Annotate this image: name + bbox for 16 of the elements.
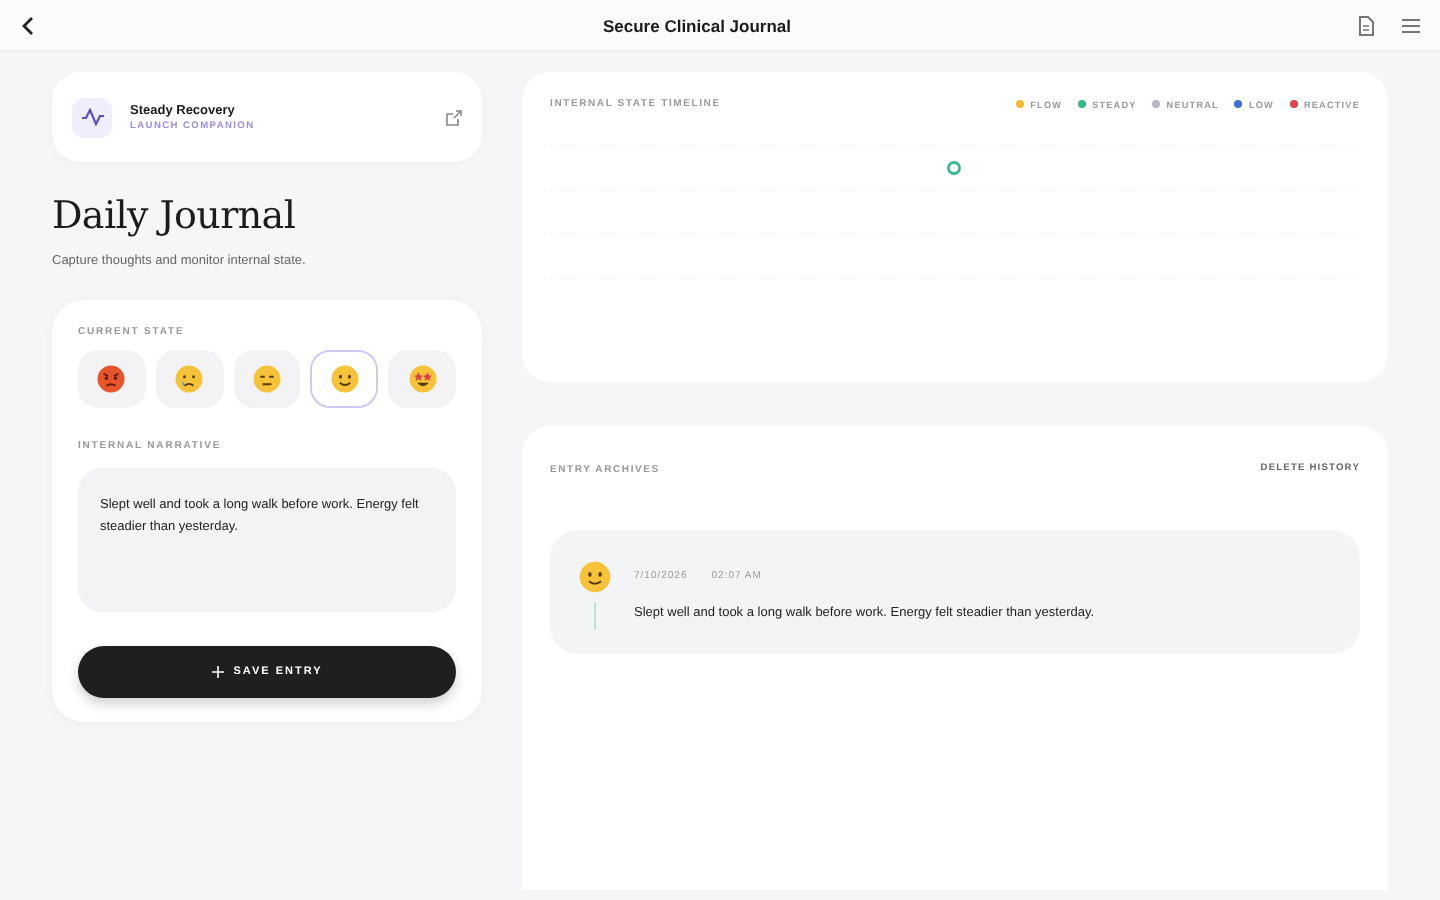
page-heading: Daily Journal: [52, 194, 298, 238]
app-title: Secure Clinical Journal: [602, 15, 791, 35]
back-icon[interactable]: [20, 15, 36, 35]
smiling-face-icon: [578, 560, 612, 594]
smiling-face-icon: [329, 364, 360, 394]
mood-button[interactable]: [78, 350, 146, 408]
pulse-icon: [81, 108, 103, 126]
document-icon[interactable]: [1357, 15, 1374, 35]
mood-button[interactable]: [388, 350, 456, 408]
crying-face-icon: [174, 364, 205, 394]
star-eyes-face-icon: [407, 364, 438, 394]
external-link-icon[interactable]: [446, 109, 462, 125]
angry-face-icon: [96, 364, 127, 394]
plus-icon: [211, 666, 224, 678]
menu-icon[interactable]: [1401, 17, 1420, 33]
neutral-face-icon: [251, 364, 282, 394]
